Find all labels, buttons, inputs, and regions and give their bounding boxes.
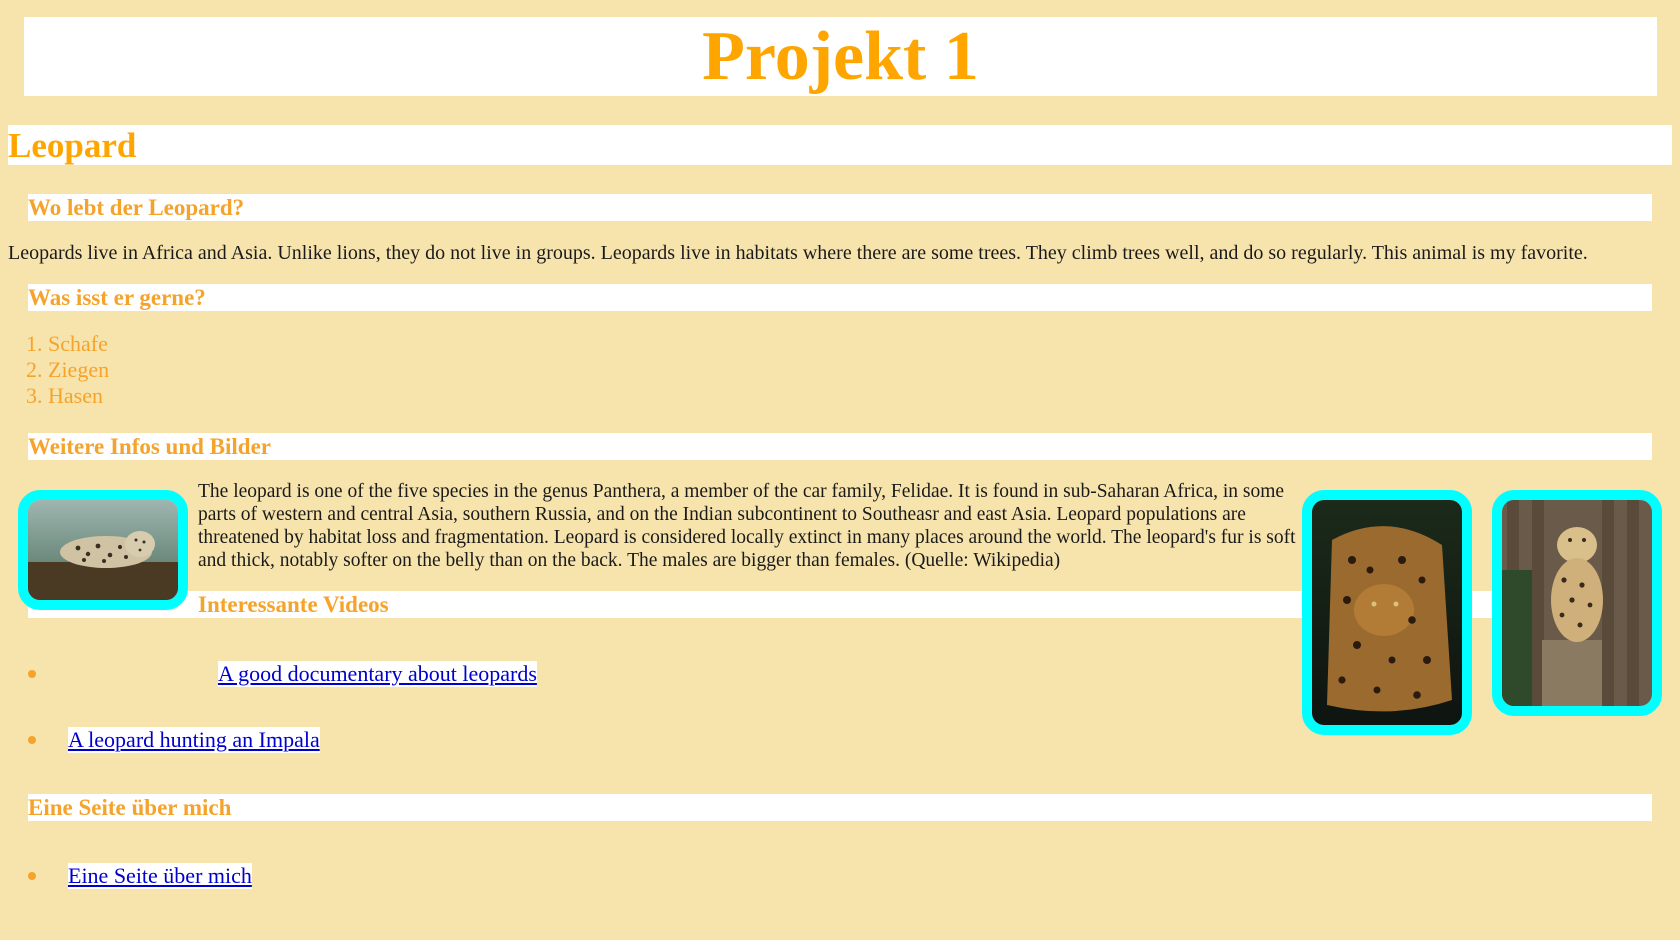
about-me-link[interactable]: Eine Seite über mich	[68, 863, 252, 889]
documentary-link[interactable]: A good documentary about leopards	[218, 661, 537, 687]
page-title-banner: Projekt 1	[24, 17, 1657, 96]
food-item: 3. Hasen	[26, 383, 103, 408]
about-heading: Eine Seite über mich	[28, 795, 232, 820]
leopard-lying-photo	[28, 500, 178, 600]
food-heading-banner: Was isst er gerne?	[28, 284, 1652, 311]
info-heading: Weitere Infos und Bilder	[28, 434, 272, 459]
about-heading-banner: Eine Seite über mich	[28, 794, 1652, 821]
videos-heading-banner: Interessante Videos	[28, 591, 1494, 618]
leopard-stalking-photo	[1312, 500, 1462, 725]
animal-heading: Leopard	[8, 125, 137, 165]
bullet-icon	[28, 736, 36, 744]
food-heading: Was isst er gerne?	[28, 285, 206, 310]
leopard-sitting-image	[1492, 490, 1662, 716]
leopard-sitting-photo	[1502, 500, 1652, 706]
page-title: Projekt 1	[702, 17, 979, 95]
animal-heading-banner: Leopard	[8, 125, 1672, 165]
bullet-icon	[28, 670, 36, 678]
leopard-lying-image	[18, 490, 188, 610]
videos-heading: Interessante Videos	[198, 592, 389, 617]
info-paragraph: The leopard is one of the five species i…	[198, 481, 1296, 571]
food-item: 2. Ziegen	[26, 357, 110, 382]
bullet-icon	[28, 872, 36, 880]
food-item: 1. Schafe	[26, 331, 108, 356]
info-heading-banner: Weitere Infos und Bilder	[28, 433, 1652, 460]
food-list: 1. Schafe 2. Ziegen 3. Hasen	[26, 331, 109, 409]
where-heading-banner: Wo lebt der Leopard?	[28, 194, 1652, 221]
where-heading: Wo lebt der Leopard?	[28, 195, 245, 220]
leopard-stalking-image	[1302, 490, 1472, 735]
where-paragraph: Leopards live in Africa and Asia. Unlike…	[8, 242, 1588, 264]
impala-hunt-link[interactable]: A leopard hunting an Impala	[68, 727, 320, 753]
